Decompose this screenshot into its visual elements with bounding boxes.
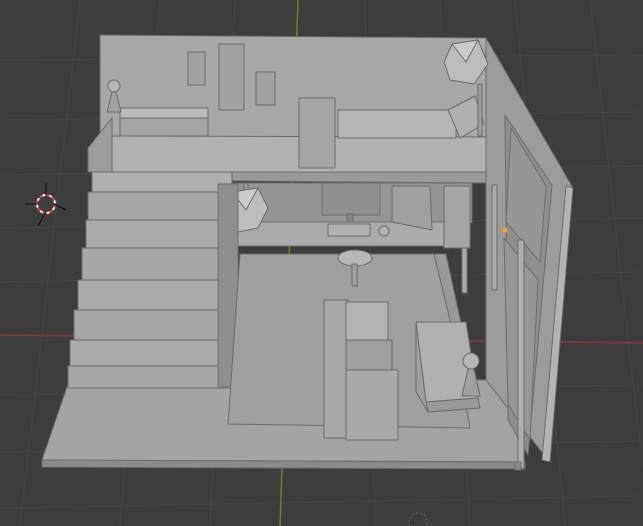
room-model[interactable] xyxy=(41,34,574,471)
floor-lamp-shade[interactable] xyxy=(462,352,480,370)
object-origin-dot[interactable] xyxy=(502,227,508,233)
3d-viewport[interactable] xyxy=(0,0,643,526)
loft-desk-top xyxy=(119,107,209,119)
armchair-seat[interactable] xyxy=(345,301,389,341)
staircase[interactable] xyxy=(67,171,233,389)
armchair-base[interactable] xyxy=(345,369,399,441)
bed-mattress[interactable] xyxy=(337,109,457,139)
monitor-side[interactable] xyxy=(391,185,433,231)
monitor-stand xyxy=(346,213,354,223)
pendant-rod xyxy=(477,83,483,137)
armchair-back[interactable] xyxy=(323,299,349,439)
armchair-cushion xyxy=(345,339,393,371)
wall-frame-1[interactable] xyxy=(187,51,206,86)
monitor[interactable] xyxy=(321,182,381,216)
keyboard[interactable] xyxy=(327,223,371,237)
mouse[interactable] xyxy=(378,225,390,237)
cabinet[interactable] xyxy=(443,185,471,249)
bed-headboard[interactable] xyxy=(298,97,336,169)
3d-cursor-icon[interactable] xyxy=(25,183,67,227)
window-bar xyxy=(517,239,525,469)
wall-frame-3[interactable] xyxy=(255,71,276,106)
wall-frame-2[interactable] xyxy=(218,43,245,111)
side-table-leg xyxy=(351,263,358,287)
lamp-shade-left[interactable] xyxy=(107,79,121,93)
shelf-pole xyxy=(491,184,498,291)
floor-slab-edge xyxy=(41,459,526,470)
scene-canvas[interactable] xyxy=(0,0,643,526)
floor-corner-peg xyxy=(514,461,522,471)
offscreen-object-outline xyxy=(408,512,428,526)
